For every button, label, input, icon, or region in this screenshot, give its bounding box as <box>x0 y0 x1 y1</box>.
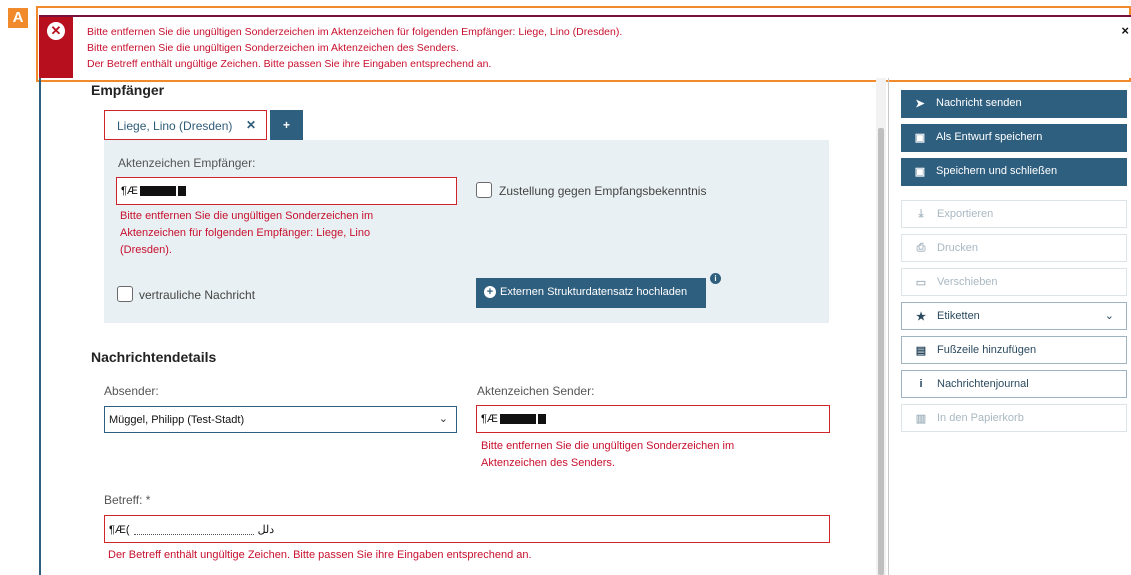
move-button[interactable]: ▭ Verschieben <box>901 268 1127 296</box>
upload-strukturdatensatz-button[interactable]: + Externen Strukturdatensatz hochladen <box>476 278 706 308</box>
sender-aktenzeichen-value: ¶Æ <box>481 413 498 425</box>
sender-aktenzeichen-label: Aktenzeichen Sender: <box>477 384 595 398</box>
add-footer-button[interactable]: ▤ Fußzeile hinzufügen <box>901 336 1127 364</box>
error-icon-box: ✕ <box>39 17 73 78</box>
trash-label: In den Papierkorb <box>937 412 1024 424</box>
recipients-heading: Empfänger <box>91 82 165 98</box>
download-icon: ⤓ <box>918 208 924 220</box>
trash-icon: ▥ <box>915 413 927 425</box>
trash-button[interactable]: ▥ In den Papierkorb <box>901 404 1127 432</box>
error-line: Bitte entfernen Sie die ungültigen Sonde… <box>120 210 374 222</box>
sender-aktenzeichen-error: Bitte entfernen Sie die ungültigen Sonde… <box>481 438 734 472</box>
recipient-tab[interactable]: Liege, Lino (Dresden) ✕ <box>104 110 267 140</box>
redaction-mark <box>139 186 176 197</box>
save-draft-label: Als Entwurf speichern <box>936 131 1043 143</box>
redaction-mark <box>177 186 186 197</box>
error-line: Bitte entfernen Sie die ungültigen Sonde… <box>87 42 459 54</box>
betreff-value-end: دلل <box>257 524 275 536</box>
message-journal-button[interactable]: i Nachrichtenjournal <box>901 370 1127 398</box>
sidebar-divider <box>888 78 889 575</box>
send-message-label: Nachricht senden <box>936 97 1022 109</box>
betreff-error: Der Betreff enthält ungültige Zeichen. B… <box>108 549 532 561</box>
redaction-mark <box>499 414 536 425</box>
error-line: (Dresden). <box>120 244 172 256</box>
paper-plane-icon: ➤ <box>915 98 925 110</box>
document-icon: ▤ <box>915 345 927 357</box>
print-label: Drucken <box>937 242 978 254</box>
send-message-button[interactable]: ➤ Nachricht senden <box>901 90 1127 118</box>
folder-icon: ▭ <box>915 277 927 289</box>
error-line: Aktenzeichen für folgenden Empfänger: Li… <box>120 227 371 239</box>
message-journal-label: Nachrichtenjournal <box>937 378 1029 390</box>
zustellung-checkbox[interactable] <box>476 182 492 198</box>
print-button[interactable]: ⎙ Drucken <box>901 234 1127 262</box>
aktenzeichen-empfaenger-label: Aktenzeichen Empfänger: <box>118 156 256 170</box>
aktenzeichen-empfaenger-value: ¶Æ <box>121 185 138 197</box>
plus-circle-icon: + <box>484 286 496 299</box>
absender-select[interactable]: Müggel, Philipp (Test-Stadt) ⌄ <box>104 406 457 433</box>
aktenzeichen-empfaenger-error: Bitte entfernen Sie die ungültigen Sonde… <box>120 208 373 259</box>
annotation-marker: A <box>8 8 28 28</box>
error-x-icon: ✕ <box>47 22 65 40</box>
close-icon[interactable]: × <box>1121 23 1129 38</box>
move-label: Verschieben <box>937 276 998 288</box>
scrollbar-thumb[interactable] <box>878 128 884 575</box>
error-line: Bitte entfernen Sie die ungültigen Sonde… <box>87 26 623 38</box>
printer-icon: ⎙ <box>916 242 926 254</box>
betreff-input[interactable]: ¶Æ( دلل <box>104 515 830 543</box>
export-button[interactable]: ⤓ Exportieren <box>901 200 1127 228</box>
add-recipient-button[interactable]: + <box>270 110 303 140</box>
chevron-down-icon: ⌄ <box>438 413 448 425</box>
labels-dropdown[interactable]: ★ Etiketten ⌄ <box>901 302 1127 330</box>
aktenzeichen-empfaenger-input[interactable]: ¶Æ <box>116 177 457 205</box>
left-border <box>39 78 41 575</box>
chevron-down-icon: ⌄ <box>1104 310 1114 322</box>
error-line: Aktenzeichen des Senders. <box>481 457 615 469</box>
save-close-label: Speichern und schließen <box>936 165 1058 177</box>
add-footer-label: Fußzeile hinzufügen <box>937 344 1037 356</box>
save-draft-button[interactable]: ▣ Als Entwurf speichern <box>901 124 1127 152</box>
remove-recipient-icon[interactable]: ✕ <box>246 118 256 132</box>
redaction-mark <box>537 414 546 425</box>
labels-label: Etiketten <box>937 310 980 322</box>
error-line: Bitte entfernen Sie die ungültigen Sonde… <box>481 440 735 452</box>
save-close-button[interactable]: ▣ Speichern und schließen <box>901 158 1127 186</box>
error-line: Der Betreff enthält ungültige Zeichen. B… <box>87 58 492 70</box>
arabic-script-text <box>133 526 254 535</box>
info-icon[interactable]: i <box>710 273 721 284</box>
betreff-label: Betreff: * <box>104 493 151 507</box>
upload-label: Externen Strukturdatensatz hochladen <box>500 286 688 298</box>
zustellung-label: Zustellung gegen Empfangsbekenntnis <box>499 184 707 198</box>
vertraulich-label: vertrauliche Nachricht <box>139 288 256 302</box>
sender-aktenzeichen-input[interactable]: ¶Æ <box>476 405 830 433</box>
save-close-icon: ▣ <box>914 166 926 178</box>
error-banner: ✕ Bitte entfernen Sie die ungültigen Son… <box>39 15 1131 78</box>
info-icon: i <box>919 378 923 390</box>
absender-label: Absender: <box>104 384 159 398</box>
absender-value: Müggel, Philipp (Test-Stadt) <box>109 414 245 426</box>
floppy-disk-icon: ▣ <box>914 132 926 144</box>
betreff-value-start: ¶Æ( <box>109 524 130 536</box>
export-label: Exportieren <box>937 208 994 220</box>
error-messages: Bitte entfernen Sie die ungültigen Sonde… <box>87 24 622 72</box>
vertraulich-checkbox[interactable] <box>117 286 133 302</box>
details-heading: Nachrichtendetails <box>91 349 217 365</box>
tag-icon: ★ <box>916 311 926 323</box>
recipient-tab-label: Liege, Lino (Dresden) <box>117 119 233 133</box>
